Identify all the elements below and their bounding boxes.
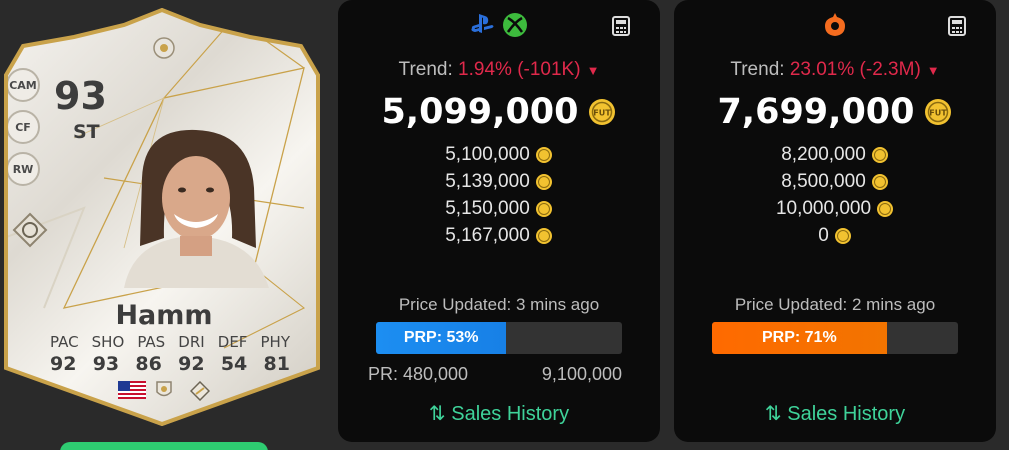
- player-photo: [104, 118, 284, 292]
- alt-position-badge: CF: [6, 110, 40, 144]
- stat-label: PHY: [260, 333, 291, 351]
- icon-league-icon: [189, 380, 211, 402]
- pc-price-panel: Trend: 23.01% (-2.3M) ▼ 7,699,000 FUT 8,2…: [674, 0, 996, 442]
- sort-arrows-icon: ⇅: [428, 403, 446, 425]
- price-updated-text: Price Updated: 3 mins ago: [398, 295, 600, 314]
- coin-icon: [871, 146, 888, 163]
- prp-bar: PRP: 71%: [712, 322, 958, 354]
- price-row: 5,167,000: [338, 222, 660, 249]
- stat-label: PAS: [137, 333, 166, 351]
- trend-indicator: Trend: 1.94% (-101K) ▼: [398, 59, 600, 80]
- playstation-icon: [470, 12, 496, 43]
- sales-history-link[interactable]: ⇅ Sales History: [674, 401, 996, 426]
- xbox-icon: [502, 12, 528, 43]
- origin-icon: [823, 12, 847, 43]
- sort-arrows-icon: ⇅: [764, 403, 782, 425]
- trend-indicator: Trend: 23.01% (-2.3M) ▼: [730, 59, 940, 80]
- stat-value: 92: [178, 353, 205, 375]
- coin-icon: [535, 173, 552, 190]
- stat-label: PAC: [50, 333, 79, 351]
- stat-values: 92 93 86 92 54 81: [50, 353, 290, 375]
- price-list: 5,100,000 5,139,000 5,150,000 5,167,000: [338, 141, 660, 249]
- coin-icon: [877, 200, 894, 217]
- trend-down-icon: ▼: [926, 63, 940, 78]
- coin-icon: [535, 146, 552, 163]
- prp-fill: PRP: 71%: [712, 322, 887, 354]
- trend-value: 1.94% (-101K): [458, 59, 581, 80]
- coin-icon: [834, 227, 851, 244]
- price-row: 5,139,000: [338, 168, 660, 195]
- sales-history-link[interactable]: ⇅ Sales History: [338, 401, 660, 426]
- stat-value: 81: [263, 353, 290, 375]
- price-updated-text: Price Updated: 2 mins ago: [734, 295, 936, 314]
- stat-label: DRI: [178, 333, 205, 351]
- price-row: 10,000,000: [674, 195, 996, 222]
- calculator-icon[interactable]: [612, 16, 630, 36]
- stat-value: 54: [220, 353, 248, 375]
- coin-icon: FUT: [924, 99, 951, 125]
- player-name: Hamm: [115, 300, 213, 331]
- price-range: PR: 480,000 9,100,000: [368, 364, 622, 385]
- calculator-icon[interactable]: [948, 16, 966, 36]
- price-row: 5,150,000: [338, 195, 660, 222]
- icon-emblem-icon: [152, 36, 176, 60]
- coin-icon: [535, 227, 552, 244]
- lowest-price: 5,099,000 FUT: [338, 92, 660, 132]
- stat-value: 92: [50, 353, 77, 375]
- price-row: 0: [674, 222, 996, 249]
- player-position: ST: [73, 121, 100, 143]
- player-card[interactable]: CAM CF RW 93 ST Hamm PAC SHO PAS DRI DEF…: [4, 8, 320, 426]
- svg-text:FUT: FUT: [929, 109, 947, 118]
- price-list: 8,200,000 8,500,000 10,000,000 0: [674, 141, 996, 249]
- playstyle-icon: [12, 212, 48, 248]
- prp-bar: PRP: 53%: [376, 322, 622, 354]
- price-row: 5,100,000: [338, 141, 660, 168]
- coin-icon: FUT: [588, 99, 615, 125]
- price-range-min: PR: 480,000: [368, 364, 469, 384]
- price-row: 8,200,000: [674, 141, 996, 168]
- stat-value: 93: [92, 353, 120, 375]
- stat-value: 86: [135, 353, 162, 375]
- price-row: 8,500,000: [674, 168, 996, 195]
- coin-icon: [535, 200, 552, 217]
- stat-label: DEF: [217, 333, 248, 351]
- stat-labels: PAC SHO PAS DRI DEF PHY: [50, 333, 290, 351]
- price-range-max: 9,100,000: [541, 364, 622, 384]
- alt-position-badge: CAM: [6, 68, 40, 102]
- trend-down-icon: ▼: [586, 63, 600, 78]
- us-flag-icon: [118, 381, 146, 399]
- svg-text:FUT: FUT: [593, 109, 611, 118]
- lowest-price: 7,699,000 FUT: [674, 92, 996, 132]
- icon-club-icon: [154, 380, 174, 400]
- alt-position-badge: RW: [6, 152, 40, 186]
- coin-icon: [871, 173, 888, 190]
- player-rating: 93: [54, 74, 107, 118]
- prp-fill: PRP: 53%: [376, 322, 507, 354]
- stat-label: SHO: [91, 333, 125, 351]
- console-price-panel: Trend: 1.94% (-101K) ▼ 5,099,000 FUT 5,10…: [338, 0, 660, 442]
- green-action-button[interactable]: [60, 442, 268, 450]
- trend-value: 23.01% (-2.3M): [789, 59, 921, 80]
